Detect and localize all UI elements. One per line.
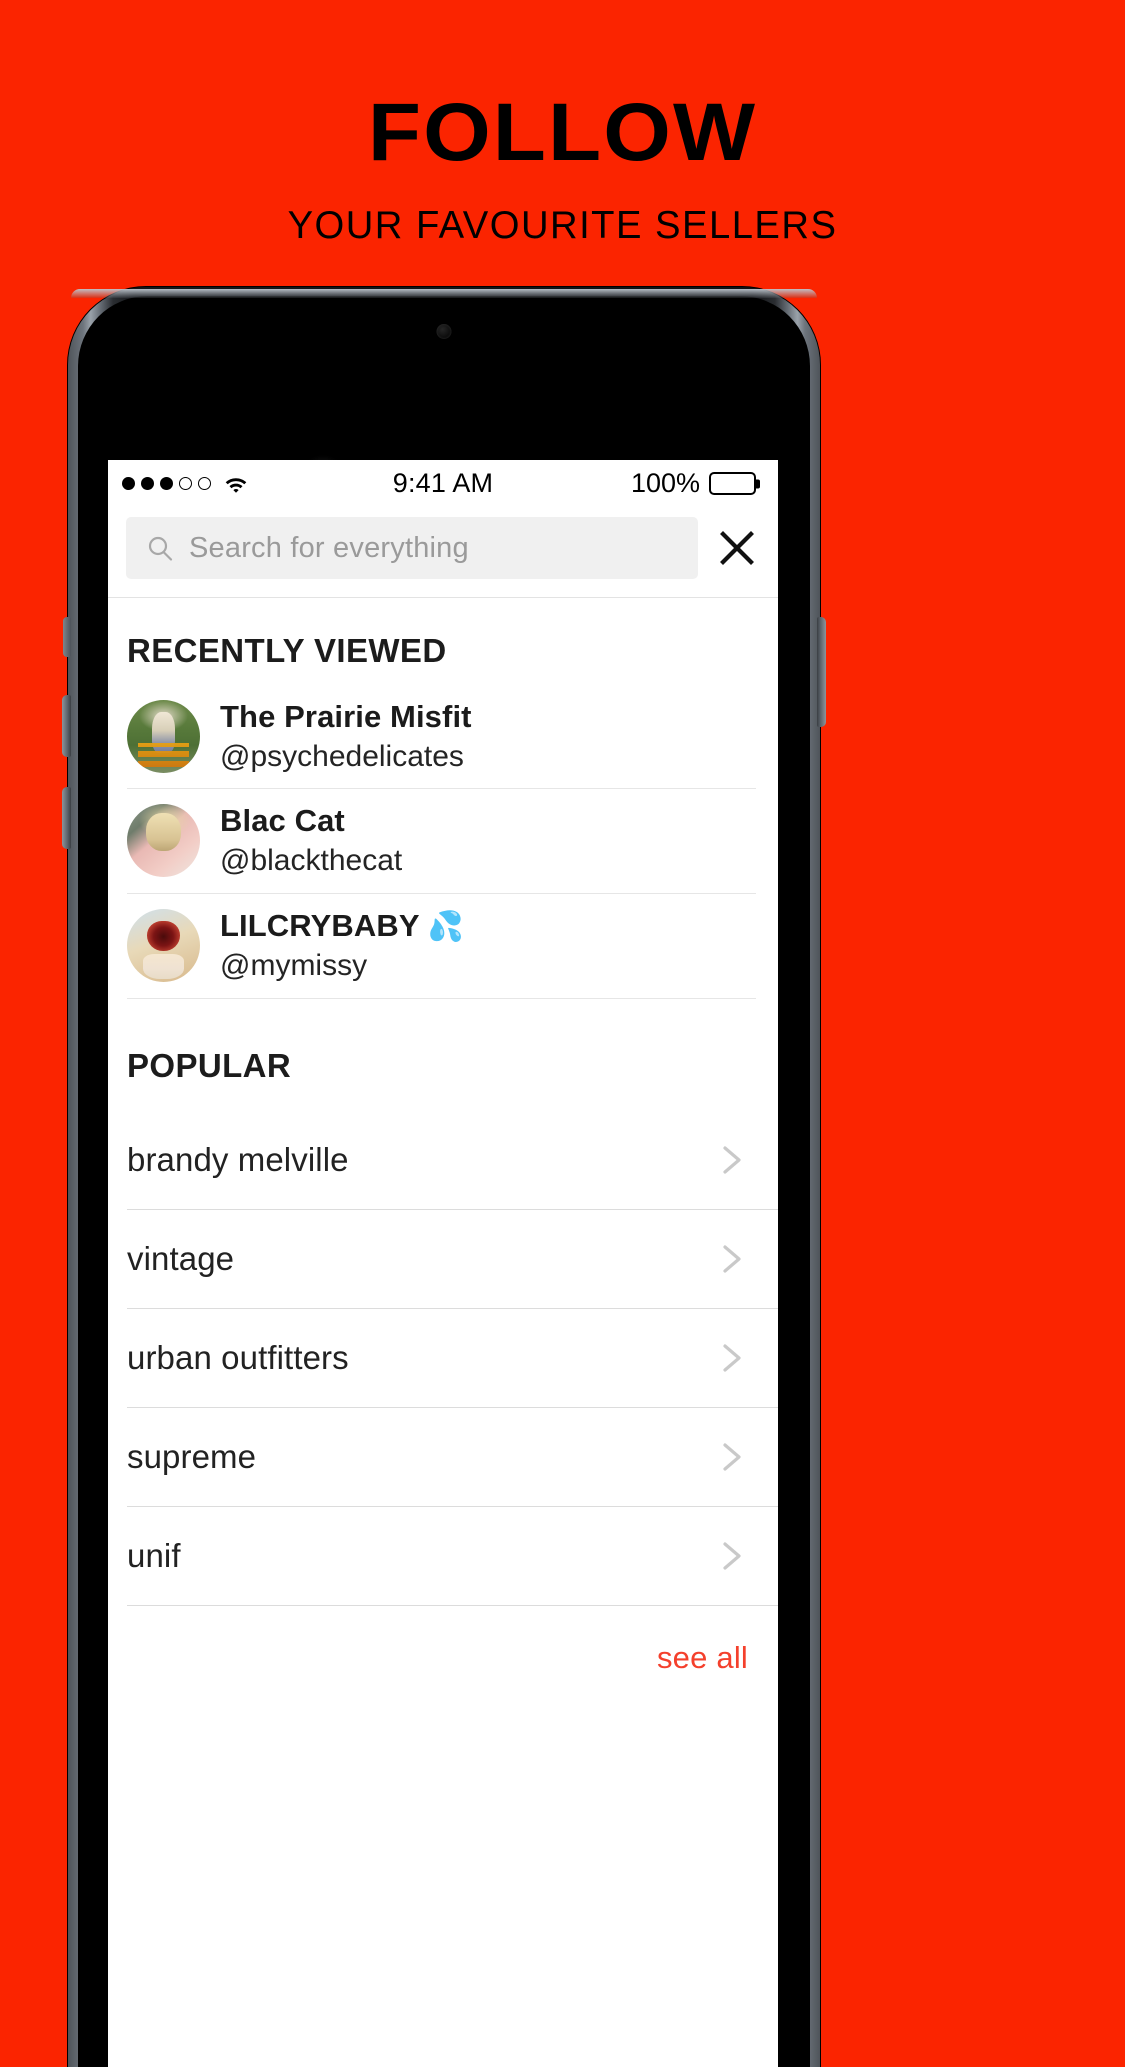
volume-down-button[interactable] <box>62 787 71 849</box>
list-item[interactable]: Blac Cat @blackthecat <box>127 789 756 894</box>
promo-subtitle: YOUR FAVOURITE SELLERS <box>287 204 838 247</box>
search-bar: Search for everything <box>108 507 778 598</box>
silent-switch[interactable] <box>63 617 71 657</box>
search-input[interactable]: Search for everything <box>126 517 698 579</box>
status-bar-right: 100% <box>631 468 756 499</box>
popular-item-label: unif <box>127 1536 181 1574</box>
popular-heading: POPULAR <box>127 1046 292 1084</box>
avatar <box>127 804 200 878</box>
volume-up-button[interactable] <box>62 695 71 757</box>
list-item[interactable]: LILCRYBABY 💦 @mymissy <box>127 894 756 999</box>
popular-item-label: brandy melville <box>127 1140 349 1178</box>
avatar <box>127 700 200 774</box>
seller-name: Blac Cat <box>220 803 345 839</box>
see-all-link[interactable]: see all <box>657 1640 748 1676</box>
sweat-droplets-icon: 💦 <box>427 910 465 943</box>
list-item[interactable]: unif <box>127 1507 778 1606</box>
avatar <box>127 909 200 983</box>
seller-info: Blac Cat @blackthecat <box>220 798 756 883</box>
power-button[interactable] <box>817 617 826 727</box>
list-item[interactable]: urban outfitters <box>127 1309 778 1408</box>
list-item[interactable]: vintage <box>127 1210 778 1309</box>
seller-handle: @psychedelicates <box>220 739 464 773</box>
search-suggestions-panel: RECENTLY VIEWED The Prairie Misfit @psyc… <box>108 598 778 1676</box>
seller-name: The Prairie Misfit <box>220 699 472 734</box>
seller-name: LILCRYBABY 💦 <box>220 907 756 945</box>
seller-handle: @mymissy <box>220 949 368 982</box>
list-item[interactable]: The Prairie Misfit @psychedelicates <box>127 692 756 790</box>
popular-item-label: vintage <box>127 1239 235 1277</box>
search-icon <box>148 536 173 561</box>
search-placeholder: Search for everything <box>189 531 469 564</box>
proximity-sensor-icon <box>436 324 452 339</box>
status-bar: 9:41 AM 100% <box>108 460 778 507</box>
recently-viewed-heading: RECENTLY VIEWED <box>127 632 447 669</box>
list-item[interactable]: brandy melville <box>127 1111 778 1210</box>
promo-header: FOLLOW YOUR FAVOURITE SELLERS <box>0 0 1125 248</box>
seller-info: The Prairie Misfit @psychedelicates <box>220 694 756 779</box>
popular-list: brandy melville vintage urban outfitters <box>108 1111 778 1676</box>
recently-viewed-list: The Prairie Misfit @psychedelicates Blac… <box>108 692 778 999</box>
battery-percentage: 100% <box>630 468 700 498</box>
chevron-right-icon <box>723 1442 741 1471</box>
list-item[interactable]: supreme <box>127 1408 778 1507</box>
chevron-right-icon <box>723 1343 741 1372</box>
see-all-row: see all <box>127 1606 778 1676</box>
seller-name-text: LILCRYBABY <box>220 907 420 943</box>
chevron-right-icon <box>723 1244 741 1273</box>
chevron-right-icon <box>723 1541 741 1570</box>
popular-item-label: urban outfitters <box>127 1338 349 1376</box>
seller-info: LILCRYBABY 💦 @mymissy <box>220 903 756 989</box>
close-search-button[interactable] <box>714 525 760 571</box>
seller-handle: @blackthecat <box>220 844 403 878</box>
chevron-right-icon <box>723 1145 741 1174</box>
battery-icon <box>709 472 756 495</box>
close-icon <box>720 531 754 565</box>
phone-screen: 9:41 AM 100% Search for everything RECEN… <box>108 460 778 2067</box>
popular-item-label: supreme <box>127 1437 257 1475</box>
promo-title: FOLLOW <box>367 87 758 178</box>
phone-mockup: 9:41 AM 100% Search for everything RECEN… <box>62 287 826 2067</box>
